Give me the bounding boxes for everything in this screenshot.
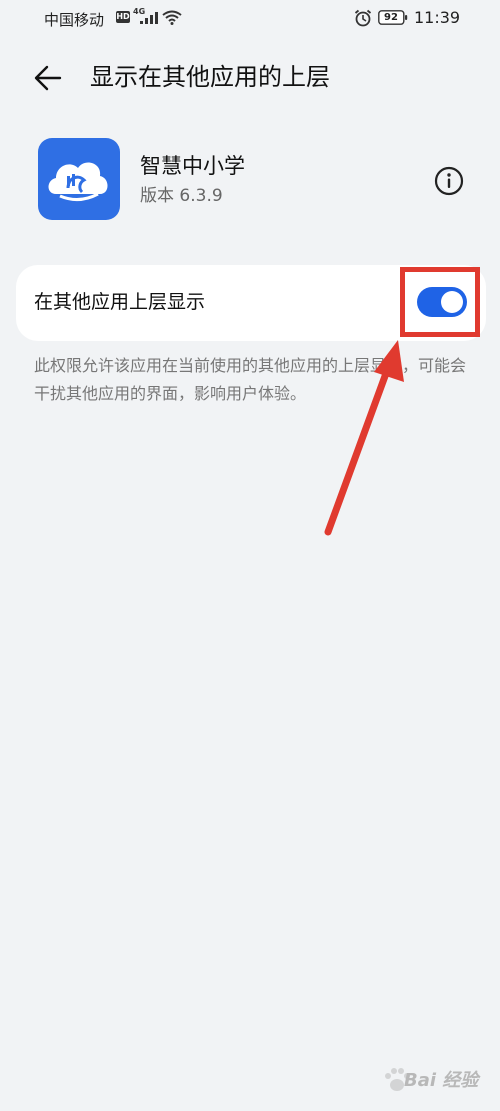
- app-icon: [38, 138, 120, 220]
- permission-description: 此权限允许该应用在当前使用的其他应用的上层显示，可能会干扰其他应用的界面，影响用…: [34, 356, 467, 403]
- annotation-highlight-box: [400, 267, 480, 337]
- app-name: 智慧中小学: [140, 154, 245, 178]
- app-version: 版本 6.3.9: [140, 186, 223, 206]
- back-arrow-icon[interactable]: [30, 60, 66, 96]
- hd-badge: HD: [116, 11, 130, 23]
- cloud-book-icon: [48, 162, 108, 201]
- status-bar: 中国移动 HD 4G 92 11:39: [0, 0, 500, 38]
- clock: 11:39: [414, 8, 461, 27]
- overlay-permission-label: 在其他应用上层显示: [34, 291, 206, 313]
- info-icon[interactable]: [434, 166, 464, 196]
- alarm-icon: [354, 9, 372, 27]
- battery-level: 92: [384, 12, 398, 23]
- signal-icon: [140, 12, 158, 24]
- page-title: 显示在其他应用的上层: [90, 63, 330, 91]
- wifi-icon: [162, 10, 182, 25]
- carrier-name: 中国移动: [44, 11, 105, 29]
- watermark-text: Bai 经验: [404, 1070, 479, 1091]
